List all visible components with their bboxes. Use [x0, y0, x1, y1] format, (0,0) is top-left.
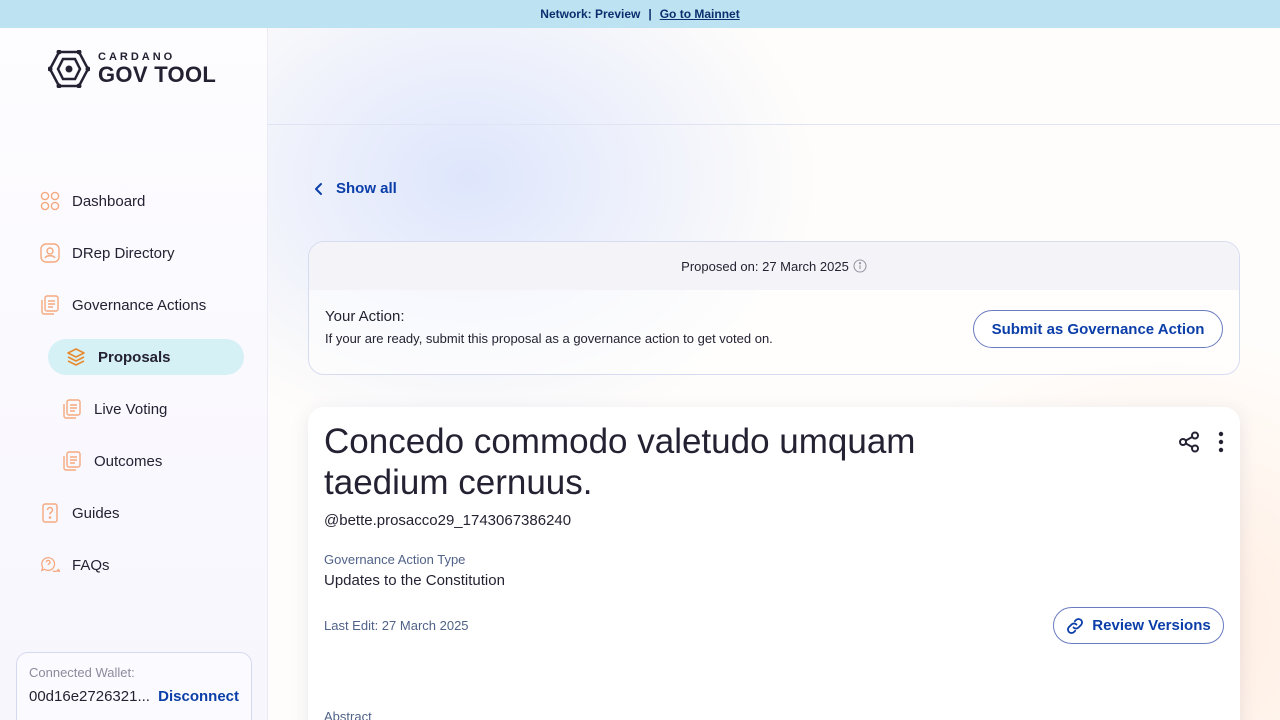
sidebar-item-faqs[interactable]: FAQs [40, 547, 244, 583]
sidebar-item-outcomes[interactable]: Outcomes [62, 443, 244, 479]
dashboard-icon [40, 191, 60, 211]
chevron-left-icon [315, 182, 322, 195]
sidebar-item-governance-actions[interactable]: Governance Actions [40, 287, 244, 323]
wallet-address: 00d16e2726321... [29, 688, 150, 705]
governance-action-type-value: Updates to the Constitution [324, 572, 505, 589]
sidebar-item-guides[interactable]: Guides [40, 495, 244, 531]
proposal-details-card: Concedo commodo valetudo umquam taedium … [308, 407, 1240, 720]
sidebar-item-label: DRep Directory [72, 244, 175, 262]
sidebar-item-label: Live Voting [94, 400, 168, 418]
connected-wallet-panel: Connected Wallet: 00d16e2726321... Disco… [16, 652, 252, 720]
network-banner: Network: Preview | Go to Mainnet [0, 0, 1280, 28]
sidebar-item-live-voting[interactable]: Live Voting [62, 391, 244, 427]
sidebar-item-label: Outcomes [94, 452, 163, 470]
cardano-logo-icon [48, 50, 90, 88]
sidebar-item-label: Governance Actions [72, 296, 207, 314]
governance-actions-icon [40, 295, 60, 315]
sidebar-item-dashboard[interactable]: Dashboard [40, 183, 244, 219]
sidebar-item-label: FAQs [72, 556, 110, 574]
main-content: Show all Proposed on: 27 March 2025 Your… [268, 28, 1280, 720]
proposed-on-date: Proposed on: 27 March 2025 [681, 258, 849, 274]
live-voting-icon [62, 399, 82, 419]
show-all-back-link[interactable]: Show all [314, 180, 397, 197]
share-icon[interactable] [1178, 431, 1200, 453]
logo-big-text: GOV TOOL [98, 62, 217, 87]
sidebar-item-label: Dashboard [72, 192, 146, 210]
more-options-icon[interactable] [1218, 431, 1224, 453]
abstract-label: Abstract [324, 709, 372, 720]
drep-directory-icon [40, 243, 60, 263]
info-icon[interactable] [853, 259, 867, 273]
proposed-on-header: Proposed on: 27 March 2025 [309, 242, 1239, 290]
show-all-label: Show all [336, 180, 397, 197]
submit-governance-action-button[interactable]: Submit as Governance Action [973, 310, 1223, 348]
review-versions-label: Review Versions [1092, 617, 1211, 634]
proposal-author: @bette.prosacco29_1743067386240 [324, 512, 572, 529]
banner-separator: | [648, 7, 652, 21]
link-icon [1067, 617, 1084, 634]
sidebar-item-drep-directory[interactable]: DRep Directory [40, 235, 244, 271]
sidebar-item-proposals[interactable]: Proposals [48, 339, 244, 375]
last-edit-date: Last Edit: 27 March 2025 [324, 618, 469, 633]
proposals-layers-icon [66, 347, 86, 367]
go-to-mainnet-link[interactable]: Go to Mainnet [660, 7, 740, 21]
your-action-card: Proposed on: 27 March 2025 Your Action: … [308, 241, 1240, 375]
sidebar: CARDANO GOV TOOL Dashboard DRep Director… [0, 28, 268, 720]
sidebar-item-label: Guides [72, 504, 120, 522]
governance-action-type-label: Governance Action Type [324, 552, 466, 567]
faqs-chat-icon [40, 555, 60, 575]
proposal-title: Concedo commodo valetudo umquam taedium … [324, 422, 916, 502]
top-bar [268, 28, 1280, 125]
wallet-label: Connected Wallet: [29, 665, 135, 680]
logo[interactable]: CARDANO GOV TOOL [48, 50, 216, 88]
outcomes-icon [62, 451, 82, 471]
sidebar-item-label: Proposals [98, 348, 171, 366]
review-versions-button[interactable]: Review Versions [1053, 607, 1224, 644]
network-label: Network: Preview [540, 7, 641, 21]
guides-icon [40, 503, 60, 523]
disconnect-button[interactable]: Disconnect [158, 688, 239, 705]
